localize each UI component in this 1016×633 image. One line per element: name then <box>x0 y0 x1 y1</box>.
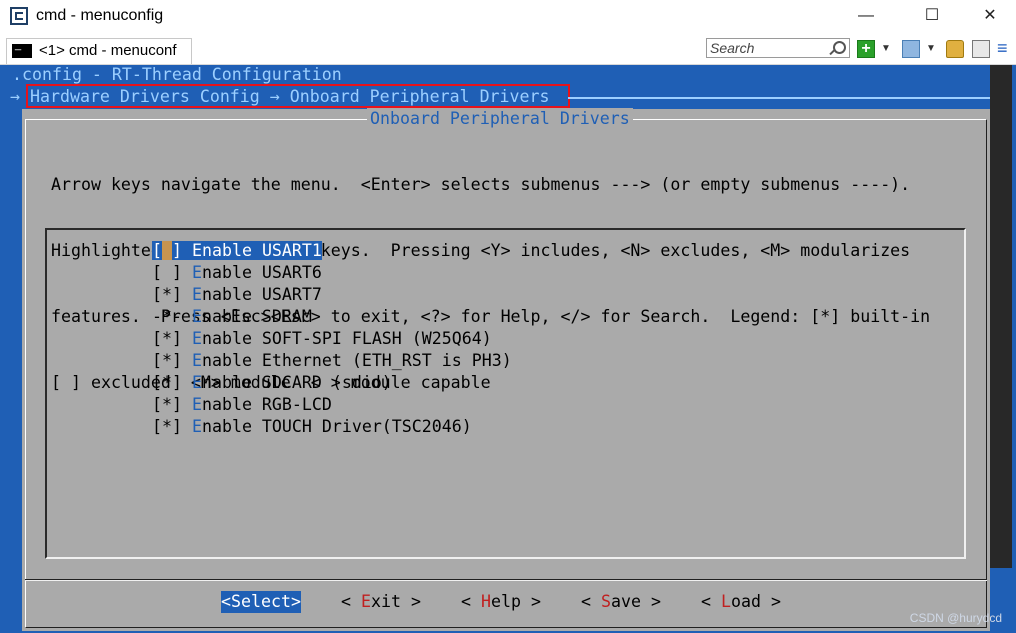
button-label: ave <box>610 592 641 611</box>
help-line: Arrow keys navigate the menu. <Enter> se… <box>51 175 911 194</box>
button-bracket: < <box>581 592 601 611</box>
load-button[interactable]: < Load > <box>701 591 781 613</box>
button-hotkey: L <box>720 592 731 611</box>
menu-item-sdcard[interactable]: [*] Enable SDCARD (sdio) <box>152 372 392 394</box>
console-icon <box>12 39 32 58</box>
item-hotkey: E <box>192 241 202 260</box>
select-button[interactable]: <Select> <box>221 591 301 613</box>
hamburger-menu-icon[interactable]: ≡ <box>997 39 1015 58</box>
console-area[interactable]: .config - RT-Thread Configuration → Hard… <box>0 65 1016 633</box>
item-label: nable SDCARD (sdio) <box>201 373 392 392</box>
button-label: oad <box>730 592 761 611</box>
button-hotkey: H <box>480 592 491 611</box>
item-hotkey: E <box>191 263 202 282</box>
config-title: .config - RT-Thread Configuration <box>12 65 342 84</box>
console-tab[interactable]: <1> cmd - menuconf <box>6 38 192 64</box>
button-label: elp <box>490 592 521 611</box>
button-bracket: < <box>221 592 231 611</box>
maximize-button[interactable]: ☐ <box>902 0 962 34</box>
breadcrumb-highlight-box <box>26 84 570 108</box>
item-hotkey: E <box>191 417 202 436</box>
button-bracket: > <box>760 592 781 611</box>
item-state: [ ] <box>152 241 182 260</box>
button-hotkey: S <box>600 592 611 611</box>
button-bracket: > <box>640 592 661 611</box>
button-separator-highlight <box>25 580 987 581</box>
new-console-button[interactable]: + <box>857 40 875 58</box>
tab-label: <1> cmd - menuconf <box>39 42 177 59</box>
item-hotkey: E <box>191 373 202 392</box>
button-bracket: < <box>461 592 481 611</box>
watermark: CSDN @hurydcd <box>909 611 1002 625</box>
button-label: elect <box>241 592 291 611</box>
dialog-shadow <box>990 65 1012 568</box>
search-icon[interactable] <box>833 41 846 54</box>
app-icon <box>10 7 28 25</box>
item-label: nable TOUCH Driver(TSC2046) <box>201 417 472 436</box>
layout-icon[interactable] <box>902 40 920 58</box>
breadcrumb-arrow-icon: → <box>10 87 20 106</box>
button-hotkey: E <box>360 592 371 611</box>
item-state: [ ] <box>152 263 182 282</box>
item-label: nable USART1 <box>202 241 322 260</box>
menu-item-ethernet[interactable]: [*] Enable Ethernet (ETH_RST is PH3) <box>152 350 512 372</box>
minimize-button[interactable]: — <box>836 0 896 34</box>
button-bracket: < <box>701 592 721 611</box>
menu-item-usart7[interactable]: [*] Enable USART7 <box>152 284 322 306</box>
header-rule <box>568 97 1012 99</box>
item-hotkey: E <box>191 285 202 304</box>
item-label: nable USART6 <box>201 263 322 282</box>
item-label: nable USART7 <box>201 285 322 304</box>
save-button[interactable]: < Save > <box>581 591 661 613</box>
item-hotkey: E <box>191 307 202 326</box>
item-label: nable Ethernet (ETH_RST is PH3) <box>201 351 512 370</box>
help-button[interactable]: < Help > <box>461 591 541 613</box>
menu-item-touch-driver[interactable]: [*] Enable TOUCH Driver(TSC2046) <box>152 416 472 438</box>
close-button[interactable]: ✕ <box>960 0 1016 34</box>
new-console-dropdown-icon[interactable]: ▼ <box>881 40 893 58</box>
dialog-title: Onboard Peripheral Drivers <box>367 108 633 130</box>
item-hotkey: E <box>191 351 202 370</box>
button-hotkey: S <box>231 592 241 611</box>
button-bracket: > <box>520 592 541 611</box>
item-state: [*] <box>152 285 182 304</box>
item-label: nable SOFT-SPI FLASH (W25Q64) <box>201 329 492 348</box>
search-placeholder: Search <box>710 40 755 56</box>
menu-list: [ ] Enable USART1 [ ] Enable USART6 [*] … <box>45 228 966 559</box>
item-state: [*] <box>152 329 182 348</box>
menuconfig-dialog: Onboard Peripheral Drivers Arrow keys na… <box>22 108 990 631</box>
menu-item-usart1[interactable]: [ ] Enable USART1 <box>152 240 322 262</box>
item-state: [*] <box>152 417 182 436</box>
menu-item-usart6[interactable]: [ ] Enable USART6 <box>152 262 322 284</box>
item-state: [*] <box>152 351 182 370</box>
exit-button[interactable]: < Exit > <box>341 591 421 613</box>
item-hotkey: E <box>191 329 202 348</box>
button-label: xit <box>370 592 401 611</box>
item-hotkey: E <box>191 395 202 414</box>
window-title: cmd - menuconfig <box>36 7 164 24</box>
search-input[interactable]: Search <box>706 38 850 58</box>
title-bar: cmd - menuconfig — ☐ ✕ <box>0 0 1016 34</box>
button-bracket: > <box>290 592 301 611</box>
item-label: nable RGB-LCD <box>201 395 332 414</box>
text-cursor <box>162 241 172 260</box>
menu-item-sdram[interactable]: -*- Enable SDRAM <box>152 306 312 328</box>
item-state: [*] <box>152 373 182 392</box>
button-bracket: < <box>341 592 361 611</box>
split-panel-icon[interactable] <box>972 40 990 58</box>
item-state: [*] <box>152 395 182 414</box>
item-state: -*- <box>152 307 182 326</box>
button-bracket: > <box>400 592 421 611</box>
layout-dropdown-icon[interactable]: ▼ <box>926 40 938 58</box>
lock-icon[interactable] <box>946 40 964 58</box>
menu-item-soft-spi-flash[interactable]: [*] Enable SOFT-SPI FLASH (W25Q64) <box>152 328 492 350</box>
item-label: nable SDRAM <box>201 307 312 326</box>
menu-item-rgb-lcd[interactable]: [*] Enable RGB-LCD <box>152 394 332 416</box>
